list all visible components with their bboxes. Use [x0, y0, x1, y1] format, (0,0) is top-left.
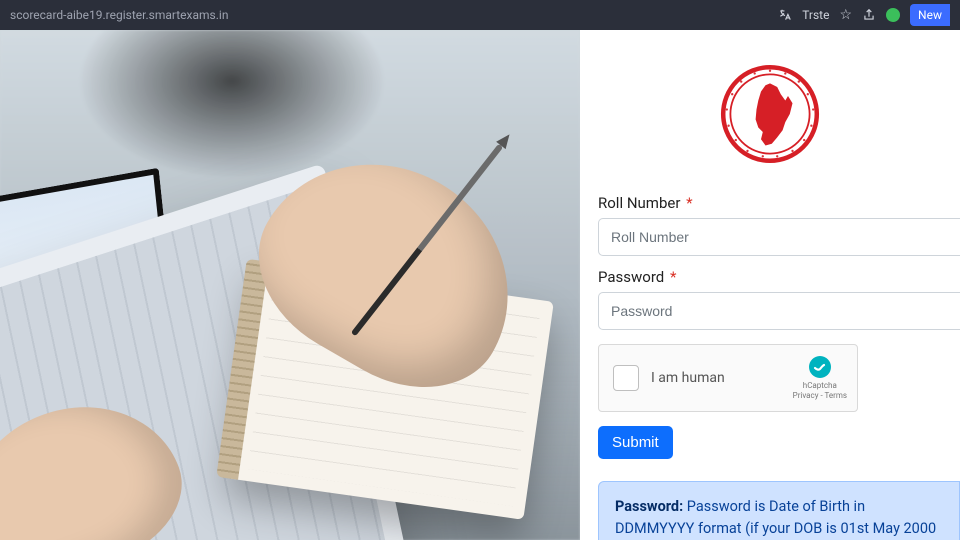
- required-asterisk: *: [670, 268, 676, 286]
- bookmark-star-icon[interactable]: ☆: [839, 7, 852, 23]
- roll-number-label: Roll Number *: [598, 194, 960, 212]
- share-icon[interactable]: [862, 8, 876, 22]
- roll-number-field: Roll Number *: [598, 194, 960, 256]
- translate-label: Trste: [802, 8, 829, 22]
- hcaptcha-icon: [808, 355, 832, 379]
- address-bar-url: scorecard-aibe19.register.smartexams.in: [10, 8, 228, 22]
- password-label: Password *: [598, 268, 960, 286]
- hero-image: [0, 30, 580, 540]
- status-dot-icon: [886, 8, 900, 22]
- required-asterisk: *: [686, 194, 692, 212]
- hcaptcha-brand: hCaptcha Privacy - Terms: [793, 355, 847, 400]
- captcha-checkbox[interactable]: [613, 365, 639, 391]
- password-input[interactable]: [598, 292, 960, 330]
- browser-chrome-bar: scorecard-aibe19.register.smartexams.in …: [0, 0, 960, 30]
- submit-button[interactable]: Submit: [598, 426, 673, 459]
- roll-number-input[interactable]: [598, 218, 960, 256]
- new-button[interactable]: New: [910, 4, 950, 26]
- translate-icon[interactable]: [778, 8, 792, 22]
- notice-label: Password:: [615, 498, 683, 515]
- login-form-panel: Roll Number * Password * I am human: [580, 30, 960, 540]
- password-field: Password *: [598, 268, 960, 330]
- hcaptcha-widget[interactable]: I am human hCaptcha Privacy - Terms: [598, 344, 858, 412]
- password-hint-notice: Password: Password is Date of Birth in D…: [598, 481, 960, 540]
- captcha-label: I am human: [651, 370, 725, 386]
- page-body: Roll Number * Password * I am human: [0, 30, 960, 540]
- bci-logo: [716, 60, 824, 168]
